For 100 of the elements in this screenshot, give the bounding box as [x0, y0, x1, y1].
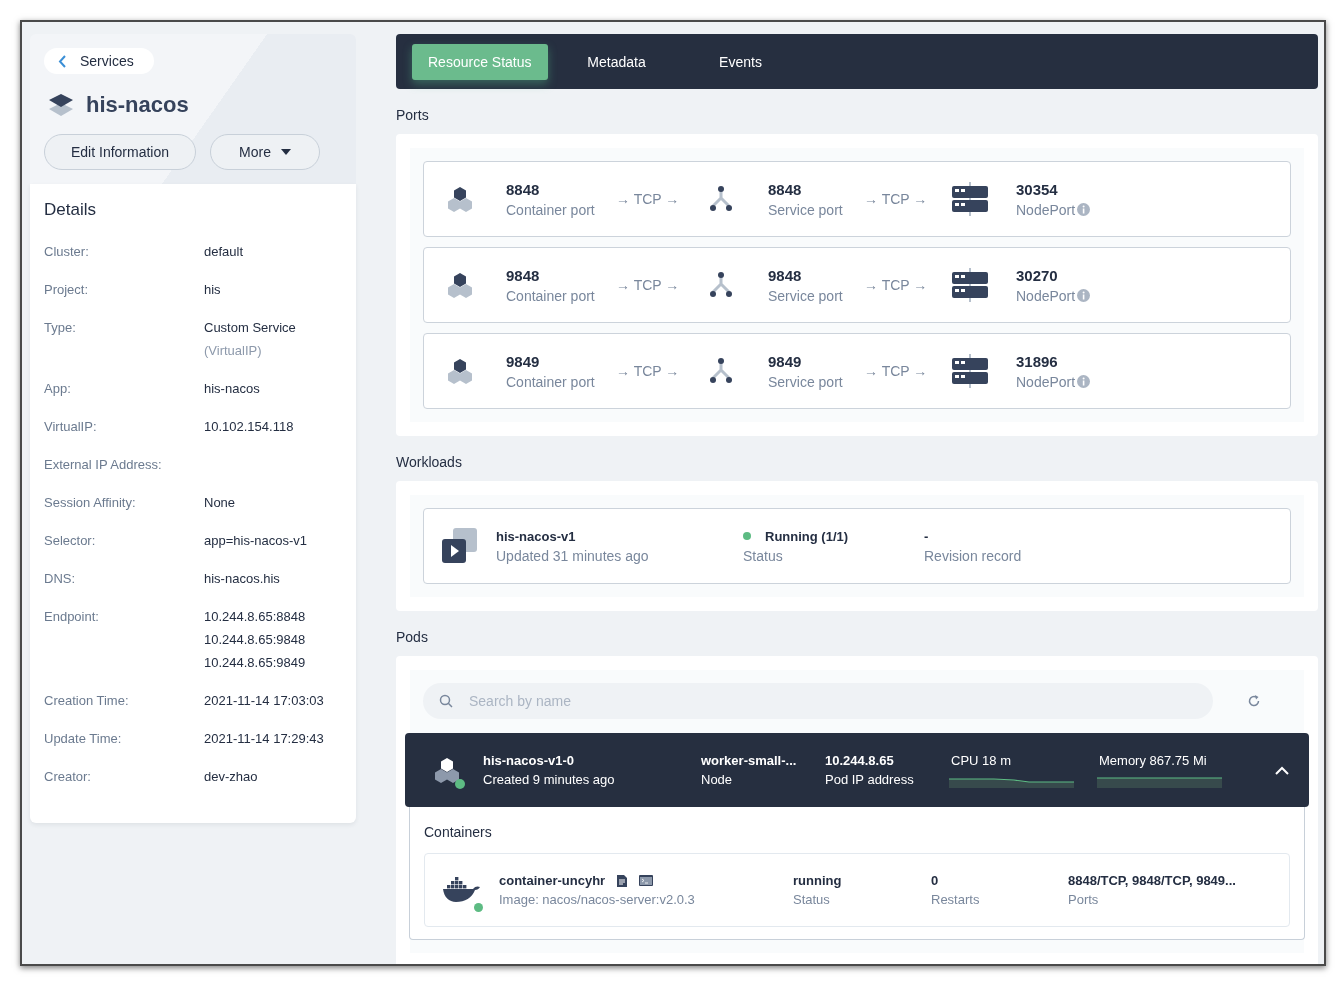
container-image: Image: nacos/nacos-server:v2.0.3	[499, 892, 696, 907]
info-icon	[1077, 375, 1091, 388]
port-label: Service port	[768, 201, 844, 218]
hexagons-icon	[446, 184, 474, 214]
port-label: NodePort	[1016, 373, 1076, 390]
cpu-usage: CPU 18 m	[950, 752, 1012, 768]
protocol-arrow: → TCP →	[864, 277, 929, 293]
section-title: Pods	[396, 629, 429, 645]
server-icon	[952, 182, 988, 216]
branch-icon	[708, 270, 734, 300]
pod-ip: 10.244.8.65	[825, 753, 895, 768]
protocol-arrow: → TCP →	[864, 191, 929, 207]
detail-label: Selector:	[44, 532, 97, 550]
detail-value: None	[204, 495, 236, 510]
service-port: 9848	[768, 266, 803, 284]
pod-name: his-nacos-v1-0	[483, 753, 576, 768]
details-title: Details	[44, 200, 97, 220]
detail-label: Endpoint:	[44, 608, 100, 626]
detail-value: 10.244.8.65:9848	[204, 632, 306, 647]
detail-value: default	[204, 244, 244, 259]
memory-usage: Memory 867.75 Mi	[1098, 752, 1208, 768]
collapse-button[interactable]	[1275, 765, 1289, 775]
terminal-button[interactable]	[639, 875, 654, 886]
port-label: Service port	[768, 373, 844, 390]
detail-label: Creation Time:	[44, 692, 130, 710]
search-field[interactable]: Search by name	[423, 683, 1213, 719]
container-port: 9849	[506, 352, 541, 370]
layers-icon	[48, 93, 74, 117]
hexagons-icon	[446, 356, 474, 386]
pod-row[interactable]: his-nacos-v1-0 Created 9 minutes ago worker-small-... Node 10.244.8.65 Pod IP address CPU 18 m Memory 867.75 Mi	[405, 733, 1309, 807]
section-title: Ports	[396, 107, 430, 123]
container-status: running	[793, 873, 843, 888]
port-label: NodePort	[1016, 287, 1076, 304]
node-port: 30270	[1016, 266, 1059, 284]
protocol-arrow: → TCP →	[616, 363, 681, 379]
info-icon	[1077, 289, 1091, 302]
refresh-button[interactable]	[1247, 694, 1261, 708]
detail-label: VirtualIP:	[44, 418, 98, 436]
detail-value: his-nacos.his	[204, 571, 280, 586]
detail-value: 10.102.154.118	[204, 419, 294, 434]
detail-value: his-nacos	[204, 381, 260, 396]
revision-value: -	[924, 528, 930, 544]
detail-label: Type:	[44, 319, 77, 337]
service-port: 9849	[768, 352, 803, 370]
branch-icon	[708, 356, 734, 386]
node-name: worker-small-...	[701, 753, 798, 768]
workload-updated: Updated 31 minutes ago	[496, 547, 650, 564]
revision-label: Revision record	[924, 547, 1023, 564]
back-link[interactable]: Services	[44, 48, 154, 74]
section-title: Workloads	[396, 454, 463, 470]
node-label: Node	[701, 772, 734, 787]
detail-value: 2021-11-14 17:03:03	[204, 693, 324, 708]
detail-label: App:	[44, 380, 72, 398]
service-port: 8848	[768, 180, 803, 198]
port-label: Container port	[506, 373, 596, 390]
detail-value: his	[204, 282, 221, 297]
port-label: Container port	[506, 287, 596, 304]
tab[interactable]: Events	[685, 43, 796, 80]
detail-value: 10.244.8.65:9849	[204, 655, 306, 670]
container-port: 8848	[506, 180, 541, 198]
detail-value: dev-zhao	[204, 769, 258, 784]
detail-label: DNS:	[44, 570, 77, 588]
detail-label: Session Affinity:	[44, 494, 137, 512]
detail-label: Update Time:	[44, 730, 123, 748]
detail-value: 10.244.8.65:8848	[204, 609, 306, 624]
logs-button[interactable]	[617, 874, 628, 887]
search-icon	[439, 694, 453, 708]
detail-value: app=his-nacos-v1	[204, 533, 307, 548]
container-name: container-uncyhr	[499, 873, 606, 888]
hexagons-icon	[446, 270, 474, 300]
protocol-arrow: → TCP →	[864, 363, 929, 379]
detail-value: Custom Service (VirtualIP)	[204, 320, 296, 358]
pod-created: Created 9 minutes ago	[483, 772, 616, 787]
protocol-arrow: → TCP →	[616, 277, 681, 293]
server-icon	[952, 268, 988, 302]
status-label: Status	[793, 892, 831, 907]
caret-icon	[280, 149, 291, 155]
restart-count: 0	[931, 873, 940, 888]
detail-label: Cluster:	[44, 243, 90, 261]
service-name: his-nacos	[86, 92, 189, 118]
workload-icon	[442, 528, 478, 564]
more-dropdown[interactable]: More	[210, 134, 320, 170]
node-port: 30354	[1016, 180, 1059, 198]
whale-icon	[441, 876, 481, 904]
ip-label: Pod IP address	[825, 772, 915, 787]
protocol-arrow: → TCP →	[616, 191, 681, 207]
workload-status: Running (1/1)	[765, 528, 849, 544]
tab[interactable]: Metadata	[561, 43, 672, 80]
port-label: Service port	[768, 287, 844, 304]
port-label: NodePort	[1016, 201, 1076, 218]
container-ports: 8848/TCP, 9848/TCP, 9849...	[1068, 873, 1237, 888]
back-icon	[58, 54, 66, 68]
restarts-label: Restarts	[931, 892, 981, 907]
hexagons-icon	[433, 755, 461, 785]
detail-label: Project:	[44, 281, 90, 299]
detail-label: External IP Address:	[44, 456, 163, 474]
detail-value: 2021-11-14 17:29:43	[204, 731, 324, 746]
edit-button[interactable]: Edit Information	[44, 134, 197, 170]
port-label: Container port	[506, 201, 596, 218]
node-port: 31896	[1016, 352, 1059, 370]
